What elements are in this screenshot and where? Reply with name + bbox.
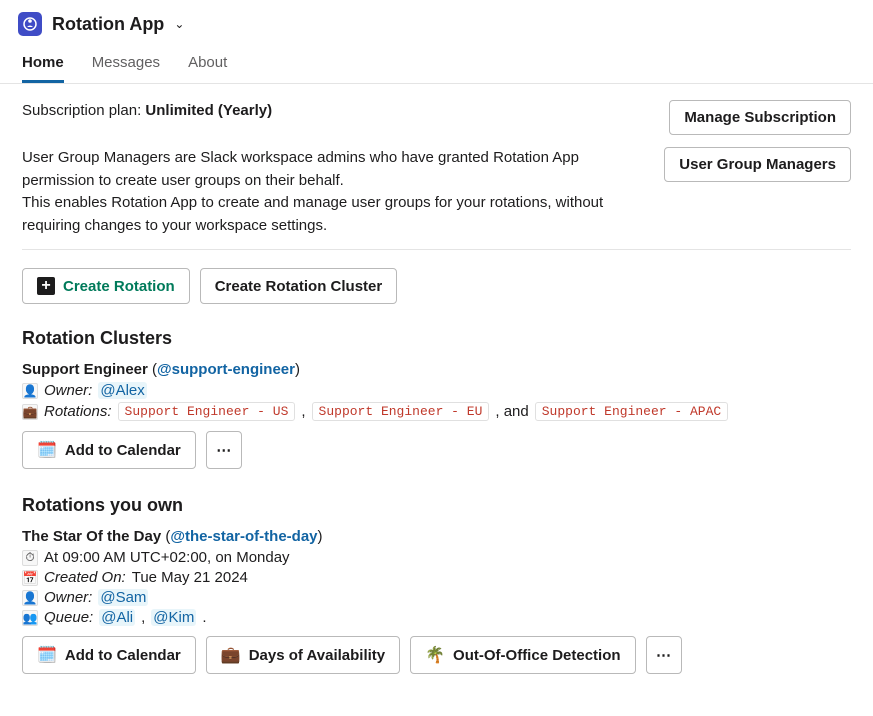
- subscription-text: Subscription plan: Unlimited (Yearly): [22, 100, 645, 123]
- tab-about[interactable]: About: [188, 44, 227, 83]
- app-logo: [18, 12, 42, 36]
- create-rotation-button[interactable]: + Create Rotation: [22, 268, 190, 304]
- created-label: Created On:: [44, 569, 126, 586]
- add-calendar-label: Add to Calendar: [65, 442, 181, 459]
- briefcase-icon: 💼: [221, 645, 241, 665]
- palm-icon: 🌴: [425, 645, 445, 665]
- rotations-label: Rotations:: [44, 403, 112, 420]
- rotation-item: The Star Of the Day (@the-star-of-the-da…: [22, 528, 851, 674]
- owner-link[interactable]: @Alex: [98, 382, 146, 399]
- rotation-tag[interactable]: Support Engineer - US: [118, 402, 296, 421]
- owner-link[interactable]: @Sam: [98, 589, 148, 606]
- rotation-tag[interactable]: Support Engineer - EU: [312, 402, 490, 421]
- queue-member-link[interactable]: @Ali: [99, 609, 135, 626]
- subscription-plan: Unlimited (Yearly): [145, 102, 272, 119]
- cluster-item: Support Engineer (@support-engineer) 👤 O…: [22, 361, 851, 469]
- calendar-small-icon: 📅: [22, 570, 38, 586]
- add-to-calendar-button[interactable]: 🗓️ Add to Calendar: [22, 636, 196, 674]
- rotation-handle-link[interactable]: @the-star-of-the-day: [170, 528, 317, 545]
- queue-label: Queue:: [44, 609, 93, 626]
- calendar-icon: 🗓️: [37, 440, 57, 460]
- owner-label: Owner:: [44, 589, 92, 606]
- add-calendar-label: Add to Calendar: [65, 647, 181, 664]
- more-actions-button[interactable]: ⋯: [206, 431, 242, 469]
- tabs: Home Messages About: [0, 44, 873, 84]
- subscription-label: Subscription plan:: [22, 102, 145, 119]
- rotation-clusters-heading: Rotation Clusters: [22, 328, 851, 349]
- chevron-down-icon[interactable]: ⌄: [174, 17, 184, 31]
- briefcase-icon: 💼: [22, 404, 38, 420]
- rotation-name: The Star Of the Day: [22, 528, 161, 545]
- manage-subscription-button[interactable]: Manage Subscription: [669, 100, 851, 135]
- days-availability-button[interactable]: 💼 Days of Availability: [206, 636, 400, 674]
- divider: [22, 249, 851, 250]
- clock-icon: ⏱: [22, 550, 38, 566]
- calendar-icon: 🗓️: [37, 645, 57, 665]
- people-icon: 👥: [22, 610, 38, 626]
- ooo-detection-button[interactable]: 🌴 Out-Of-Office Detection: [410, 636, 635, 674]
- tab-home[interactable]: Home: [22, 44, 64, 83]
- tab-messages[interactable]: Messages: [92, 44, 160, 83]
- app-title[interactable]: Rotation App: [52, 14, 164, 35]
- user-group-managers-button[interactable]: User Group Managers: [664, 147, 851, 182]
- cluster-name: Support Engineer: [22, 361, 148, 378]
- ooo-label: Out-Of-Office Detection: [453, 647, 621, 664]
- rotation-tag[interactable]: Support Engineer - APAC: [535, 402, 728, 421]
- rotation-schedule: At 09:00 AM UTC+02:00, on Monday: [44, 549, 290, 566]
- cluster-handle-link[interactable]: @support-engineer: [157, 361, 295, 378]
- create-rotation-cluster-button[interactable]: Create Rotation Cluster: [200, 268, 398, 304]
- ugm-description: User Group Managers are Slack workspace …: [22, 147, 640, 237]
- more-actions-button[interactable]: ⋯: [646, 636, 682, 674]
- create-rotation-label: Create Rotation: [63, 278, 175, 295]
- add-to-calendar-button[interactable]: 🗓️ Add to Calendar: [22, 431, 196, 469]
- rotation-logo-icon: [22, 16, 38, 32]
- ugm-line1: User Group Managers are Slack workspace …: [22, 147, 640, 192]
- plus-icon: +: [37, 277, 55, 295]
- ugm-line2: This enables Rotation App to create and …: [22, 192, 640, 237]
- owner-label: Owner:: [44, 382, 92, 399]
- person-icon: 👤: [22, 383, 38, 399]
- person-icon: 👤: [22, 590, 38, 606]
- rotations-owned-heading: Rotations you own: [22, 495, 851, 516]
- queue-member-link[interactable]: @Kim: [151, 609, 196, 626]
- availability-label: Days of Availability: [249, 647, 385, 664]
- created-date: Tue May 21 2024: [132, 569, 248, 586]
